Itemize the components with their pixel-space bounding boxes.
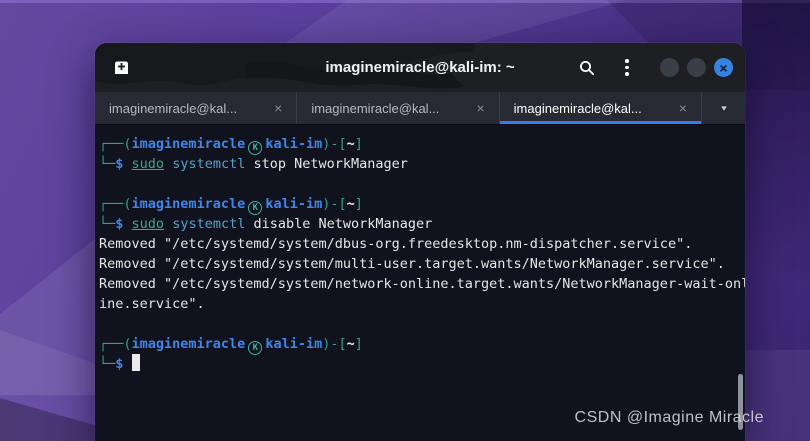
kebab-menu-icon <box>625 59 629 76</box>
tab-label: imaginemiracle@kal... <box>311 100 440 116</box>
kali-at-icon: K <box>248 341 263 355</box>
terminal-line: └─$ sudo systemctl disable NetworkManage… <box>99 216 433 232</box>
minimize-button[interactable] <box>660 58 679 77</box>
window-controls: × <box>660 58 733 77</box>
terminal-window: imaginemiracle@kali-im: ~ × imaginemirac… <box>95 43 745 441</box>
tab-close-icon[interactable]: × <box>472 100 488 116</box>
block-cursor <box>131 354 140 371</box>
search-icon <box>580 60 595 75</box>
tab-3[interactable]: imaginemiracle@kal... × <box>499 92 702 124</box>
search-button[interactable] <box>574 55 600 81</box>
wallpaper-top-highlight <box>0 0 810 3</box>
terminal-line: Removed "/etc/systemd/system/dbus-org.fr… <box>99 236 693 252</box>
new-tab-button[interactable] <box>107 54 135 82</box>
terminal-line: ine.service". <box>99 296 205 312</box>
menu-button[interactable] <box>614 55 640 81</box>
tab-label: imaginemiracle@kal... <box>513 100 642 116</box>
close-icon: × <box>719 59 728 76</box>
terminal-line: ┌──(imaginemiracle Kkali-im)-[~] <box>99 336 363 355</box>
headerbar-actions: × <box>574 55 733 81</box>
terminal-line: Removed "/etc/systemd/system/network-onl… <box>99 276 745 292</box>
tab-close-icon[interactable]: × <box>675 100 691 116</box>
close-button[interactable]: × <box>714 58 733 77</box>
tab-label: imaginemiracle@kal... <box>109 100 238 116</box>
tab-bar: imaginemiracle@kal... × imaginemiracle@k… <box>95 92 745 125</box>
chevron-down-icon: ▼ <box>718 103 729 113</box>
tab-list-dropdown-button[interactable]: ▼ <box>702 92 745 124</box>
terminal-line: └─$ <box>99 354 739 374</box>
wallpaper-facet <box>744 350 810 441</box>
tab-1[interactable]: imaginemiracle@kal... × <box>95 92 298 124</box>
wallpaper-facet <box>742 0 810 280</box>
terminal-line: ┌──(imaginemiracle Kkali-im)-[~] <box>99 136 363 155</box>
kali-at-icon: K <box>248 141 263 155</box>
terminal-line: Removed "/etc/systemd/system/multi-user.… <box>99 256 725 272</box>
csdn-watermark: CSDN @Imagine Miracle <box>574 409 764 426</box>
kali-at-icon: K <box>248 201 263 215</box>
headerbar: imaginemiracle@kali-im: ~ × <box>95 43 745 92</box>
new-tab-icon <box>114 61 128 74</box>
tab-2[interactable]: imaginemiracle@kal... × <box>297 92 500 124</box>
wallpaper-facet <box>0 330 110 441</box>
maximize-button[interactable] <box>687 58 706 77</box>
terminal-line: └─$ sudo systemctl stop NetworkManager <box>99 156 408 172</box>
tab-close-icon[interactable]: × <box>270 100 286 116</box>
terminal-line: ┌──(imaginemiracle Kkali-im)-[~] <box>99 196 363 215</box>
kali-dragon-watermark <box>95 43 475 89</box>
terminal-screen[interactable]: ┌──(imaginemiracle Kkali-im)-[~] └─$ sudo … <box>95 126 745 441</box>
